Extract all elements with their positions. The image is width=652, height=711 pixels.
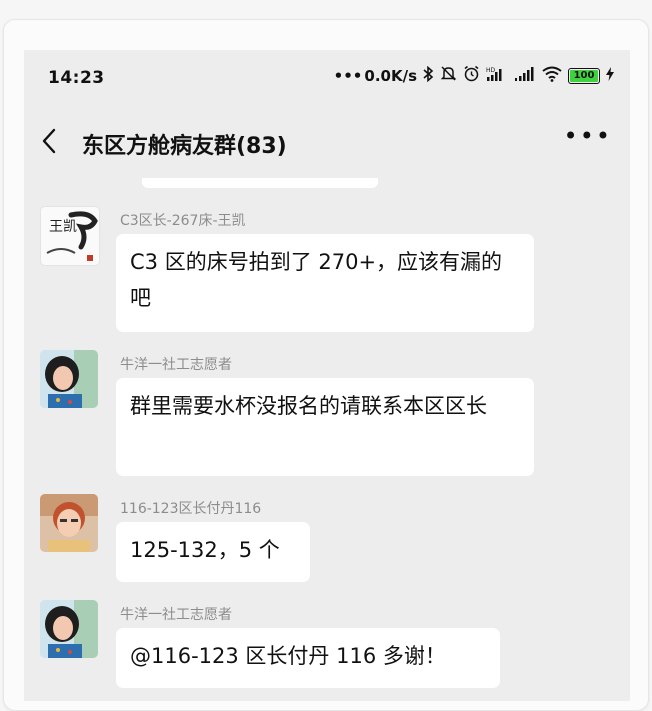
sender-name: 牛洋一社工志愿者: [120, 357, 232, 373]
status-icons: ••• 0.0K/s HD 100: [334, 65, 614, 86]
wifi-icon: [542, 66, 562, 86]
girl-avatar-icon: [40, 600, 98, 658]
bluetooth-icon: [423, 65, 434, 86]
sender-name: C3区长-267床-王凯: [120, 213, 246, 229]
status-time: 14:23: [48, 68, 105, 88]
phone-screen: 14:23 ••• 0.0K/s HD 100 东区方舱病友群(83) ••• …: [24, 50, 630, 701]
avatar[interactable]: 王凯: [40, 206, 100, 266]
message-bubble[interactable]: @116-123 区长付丹 116 多谢！: [116, 628, 500, 688]
battery-icon: 100: [568, 67, 600, 84]
back-button[interactable]: [40, 126, 64, 158]
chat-title: 东区方舱病友群(83): [82, 134, 287, 159]
girl-avatar-icon: [40, 350, 98, 408]
sender-name: 牛洋一社工志愿者: [120, 607, 232, 623]
message-bubble[interactable]: 125-132，5 个: [116, 522, 310, 582]
more-options-button[interactable]: •••: [564, 122, 612, 150]
svg-text:HD: HD: [486, 67, 496, 74]
avatar[interactable]: [40, 494, 98, 552]
charging-icon: [606, 66, 614, 85]
previous-message-bubble: [142, 178, 378, 188]
hd-signal-icon: HD: [486, 66, 508, 86]
message-bubble[interactable]: C3 区的床号拍到了 270+，应该有漏的吧: [116, 234, 534, 332]
mute-bell-icon: [440, 65, 457, 86]
chat-header: 东区方舱病友群(83) •••: [24, 108, 630, 178]
network-speed: ••• 0.0K/s: [334, 67, 417, 85]
message-bubble[interactable]: 群里需要水杯没报名的请联系本区区长: [116, 378, 534, 476]
signal-icon: [514, 66, 536, 86]
calligraphy-avatar-icon: 王凯: [46, 211, 98, 261]
avatar[interactable]: [40, 350, 98, 408]
alarm-icon: [463, 65, 480, 86]
status-bar: 14:23 ••• 0.0K/s HD 100: [24, 50, 630, 108]
sender-name: 116-123区长付丹116: [120, 501, 262, 517]
avatar[interactable]: [40, 600, 98, 658]
dots-icon: •••: [333, 66, 363, 85]
battery-level: 100: [573, 69, 595, 81]
chevron-left-icon: [42, 128, 56, 154]
network-speed-text: 0.0K/s: [364, 66, 417, 85]
woman-avatar-icon: [40, 494, 98, 552]
avatar-calligraphy-text: 王凯: [49, 219, 77, 235]
